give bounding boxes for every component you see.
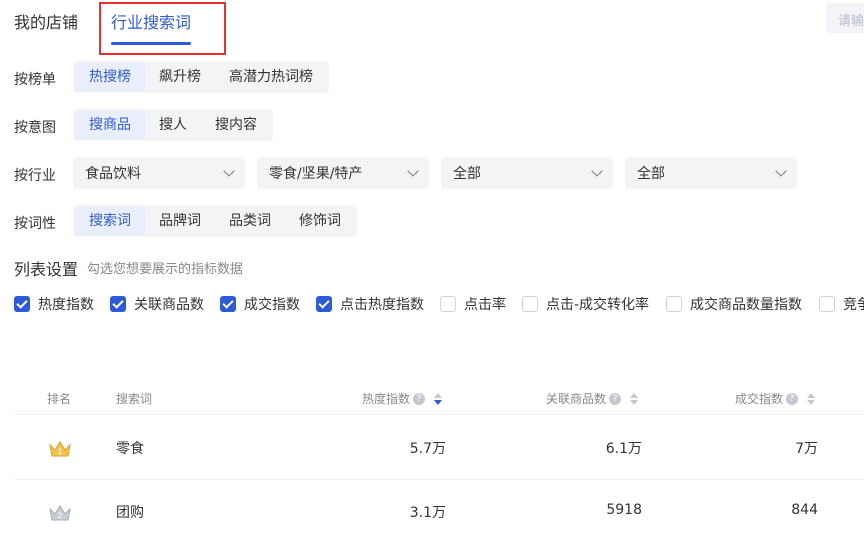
checkbox-unchecked-icon[interactable] xyxy=(440,296,456,312)
products-cell: 6.1万 xyxy=(605,441,642,457)
checkbox-checked-icon[interactable] xyxy=(110,296,126,312)
option-high-potential[interactable]: 高潜力热词榜 xyxy=(215,63,327,91)
chevron-down-icon xyxy=(591,164,603,177)
option-modifier-word[interactable]: 修饰词 xyxy=(285,207,355,235)
select-value: 零食/坚果/特产 xyxy=(269,166,363,182)
header-heat-label: 热度指数 xyxy=(362,392,411,406)
heat-cell: 5.7万 xyxy=(409,441,446,457)
checkbox-label: 竞争 xyxy=(843,297,864,313)
option-rising[interactable]: 飙升榜 xyxy=(145,63,215,91)
silver-crown-icon: 2 xyxy=(49,505,71,521)
checkbox-checked-icon[interactable] xyxy=(316,296,332,312)
heat-cell: 3.1万 xyxy=(409,505,446,521)
header-keyword: 搜索词 xyxy=(116,390,152,407)
filter-label-rank-list: 按榜单 xyxy=(14,72,56,88)
checkbox-label: 点击热度指数 xyxy=(340,297,424,313)
checkbox-deal-index[interactable]: 成交指数 xyxy=(220,294,300,314)
chevron-down-icon xyxy=(775,164,787,177)
search-input[interactable]: 请输 xyxy=(826,3,864,33)
header-related-products[interactable]: 关联商品数 ? xyxy=(546,390,639,407)
table-header: 排名 搜索词 热度指数 ? 关联商品数 ? 成交指数 ? xyxy=(14,381,864,415)
checkbox-label: 点击率 xyxy=(464,297,506,313)
checkbox-heat-index[interactable]: 热度指数 xyxy=(14,294,94,314)
top-tabs: 我的店铺 行业搜索词 请输 xyxy=(0,0,864,56)
sort-icon[interactable] xyxy=(807,392,816,405)
svg-text:1: 1 xyxy=(57,448,62,457)
help-icon[interactable]: ? xyxy=(413,392,426,405)
checkbox-label: 点击-成交转化率 xyxy=(546,297,650,313)
checkbox-unchecked-icon[interactable] xyxy=(819,296,835,312)
filter-label-word-type: 按词性 xyxy=(14,216,56,232)
intent-segmented: 搜商品 搜人 搜内容 xyxy=(73,109,273,141)
checkbox-ctr[interactable]: 点击率 xyxy=(440,294,506,314)
select-value: 食品饮料 xyxy=(85,166,141,182)
checkbox-label: 热度指数 xyxy=(38,297,94,313)
option-brand-word[interactable]: 品牌词 xyxy=(145,207,215,235)
checkbox-related-products[interactable]: 关联商品数 xyxy=(110,294,204,314)
gold-crown-icon: 1 xyxy=(49,441,71,457)
header-deal-label: 成交指数 xyxy=(735,392,784,406)
svg-text:2: 2 xyxy=(57,512,62,521)
industry-select-1[interactable]: 食品饮料 xyxy=(73,157,245,189)
checkbox-unchecked-icon[interactable] xyxy=(666,296,682,312)
sort-icon[interactable] xyxy=(434,392,443,405)
header-products-label: 关联商品数 xyxy=(546,392,607,406)
header-deal-index[interactable]: 成交指数 ? xyxy=(735,390,816,407)
header-rank-label: 排名 xyxy=(47,392,72,406)
header-rank: 排名 xyxy=(47,390,71,407)
option-hot-search[interactable]: 热搜榜 xyxy=(75,63,145,91)
checkbox-checked-icon[interactable] xyxy=(14,296,30,312)
industry-select-2[interactable]: 零食/坚果/特产 xyxy=(257,157,429,189)
checkbox-unchecked-icon[interactable] xyxy=(522,296,538,312)
chevron-down-icon xyxy=(407,164,419,177)
option-search-content[interactable]: 搜内容 xyxy=(201,111,271,139)
header-heat-index[interactable]: 热度指数 ? xyxy=(362,390,443,407)
filter-label-industry: 按行业 xyxy=(14,168,56,184)
checkbox-checked-icon[interactable] xyxy=(220,296,236,312)
list-settings-subtitle: 勾选您想要展示的指标数据 xyxy=(87,262,244,277)
sort-icon[interactable] xyxy=(630,392,639,405)
products-cell: 5918 xyxy=(606,502,642,518)
help-icon[interactable]: ? xyxy=(786,392,799,405)
select-value: 全部 xyxy=(637,166,665,182)
table-row[interactable]: 2 团购 3.1万 5918 844 xyxy=(14,480,864,543)
option-search-word[interactable]: 搜索词 xyxy=(75,207,145,235)
list-settings-title: 列表设置 xyxy=(14,260,79,279)
rank-list-segmented: 热搜榜 飙升榜 高潜力热词榜 xyxy=(73,61,329,93)
checkbox-label: 成交商品数量指数 xyxy=(690,297,802,313)
checkbox-competition[interactable]: 竞争 xyxy=(819,294,864,314)
chevron-down-icon xyxy=(223,164,235,177)
keyword-cell[interactable]: 团购 xyxy=(116,502,144,522)
option-search-people[interactable]: 搜人 xyxy=(145,111,201,139)
checkbox-label: 成交指数 xyxy=(244,297,300,313)
keyword-cell[interactable]: 零食 xyxy=(116,438,144,458)
select-value: 全部 xyxy=(453,166,481,182)
deal-cell: 844 xyxy=(791,502,818,518)
checkbox-click-deal-conversion[interactable]: 点击-成交转化率 xyxy=(522,294,649,314)
header-keyword-label: 搜索词 xyxy=(116,392,153,406)
deal-cell: 7万 xyxy=(795,441,818,457)
highlight-box xyxy=(99,2,226,55)
word-type-segmented: 搜索词 品牌词 品类词 修饰词 xyxy=(73,205,357,237)
table-row[interactable]: 1 零食 5.7万 6.1万 7万 xyxy=(14,416,864,480)
tab-my-store[interactable]: 我的店铺 xyxy=(14,9,78,33)
help-icon[interactable]: ? xyxy=(609,392,622,405)
industry-select-3[interactable]: 全部 xyxy=(441,157,613,189)
industry-select-4[interactable]: 全部 xyxy=(625,157,797,189)
checkbox-click-heat-index[interactable]: 点击热度指数 xyxy=(316,294,424,314)
option-search-products[interactable]: 搜商品 xyxy=(75,111,145,139)
filter-label-intent: 按意图 xyxy=(14,120,56,136)
checkbox-deal-product-count[interactable]: 成交商品数量指数 xyxy=(666,294,802,314)
checkbox-label: 关联商品数 xyxy=(134,297,204,313)
option-category-word[interactable]: 品类词 xyxy=(215,207,285,235)
